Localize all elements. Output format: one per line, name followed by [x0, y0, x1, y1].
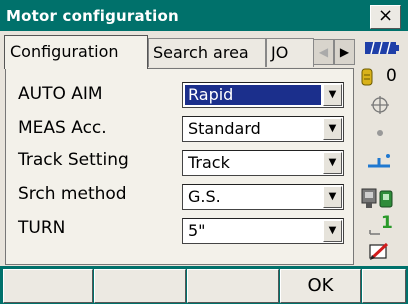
edit-icon[interactable]: [368, 242, 392, 262]
tab-jo[interactable]: JO: [266, 38, 314, 67]
meas-acc-select[interactable]: Standard ▼: [182, 116, 344, 142]
srch-method-value: G.S.: [188, 187, 221, 206]
turn-label: TURN: [18, 218, 66, 238]
instrument-icon[interactable]: [360, 186, 396, 210]
battery-icon: [364, 40, 400, 55]
tab-scroll-left-icon[interactable]: ◀: [313, 39, 334, 65]
meas-acc-value: Standard: [188, 119, 261, 138]
turn-value: 5": [188, 221, 206, 240]
chevron-down-icon[interactable]: ▼: [323, 118, 342, 140]
prism-constant-value: 0: [386, 66, 397, 86]
track-setting-value: Track: [188, 153, 230, 172]
dot-icon: [377, 130, 383, 136]
chevron-down-icon[interactable]: ▼: [323, 186, 342, 208]
auto-aim-value: Rapid: [185, 85, 321, 105]
window-title: Motor configuration: [6, 7, 179, 25]
softkey-6[interactable]: [362, 269, 406, 303]
chevron-down-icon[interactable]: ▼: [323, 84, 342, 106]
tab-search-area[interactable]: Search area: [148, 38, 266, 67]
tilt-icon[interactable]: [366, 150, 394, 170]
signal-value: 1: [381, 213, 393, 233]
tab-scroll-right-icon[interactable]: ▶: [334, 39, 355, 65]
tab-configuration[interactable]: Configuration: [4, 35, 148, 69]
chevron-down-icon[interactable]: ▼: [323, 220, 342, 242]
ok-button[interactable]: OK: [280, 269, 361, 303]
crosshair-icon[interactable]: [370, 95, 390, 115]
track-setting-select[interactable]: Track ▼: [182, 150, 344, 176]
prism-icon[interactable]: [360, 67, 374, 87]
srch-method-select[interactable]: G.S. ▼: [182, 184, 344, 210]
close-button[interactable]: ×: [370, 5, 401, 29]
auto-aim-select[interactable]: Rapid ▼: [182, 82, 344, 108]
meas-acc-label: MEAS Acc.: [18, 118, 107, 138]
turn-select[interactable]: 5" ▼: [182, 218, 344, 244]
softkey-2[interactable]: [94, 269, 186, 303]
softkey-1[interactable]: [3, 269, 93, 303]
track-setting-label: Track Setting: [18, 150, 129, 170]
auto-aim-label: AUTO AIM: [18, 84, 103, 104]
softkey-3[interactable]: [187, 269, 279, 303]
srch-method-label: Srch method: [18, 184, 127, 204]
chevron-down-icon[interactable]: ▼: [323, 152, 342, 174]
